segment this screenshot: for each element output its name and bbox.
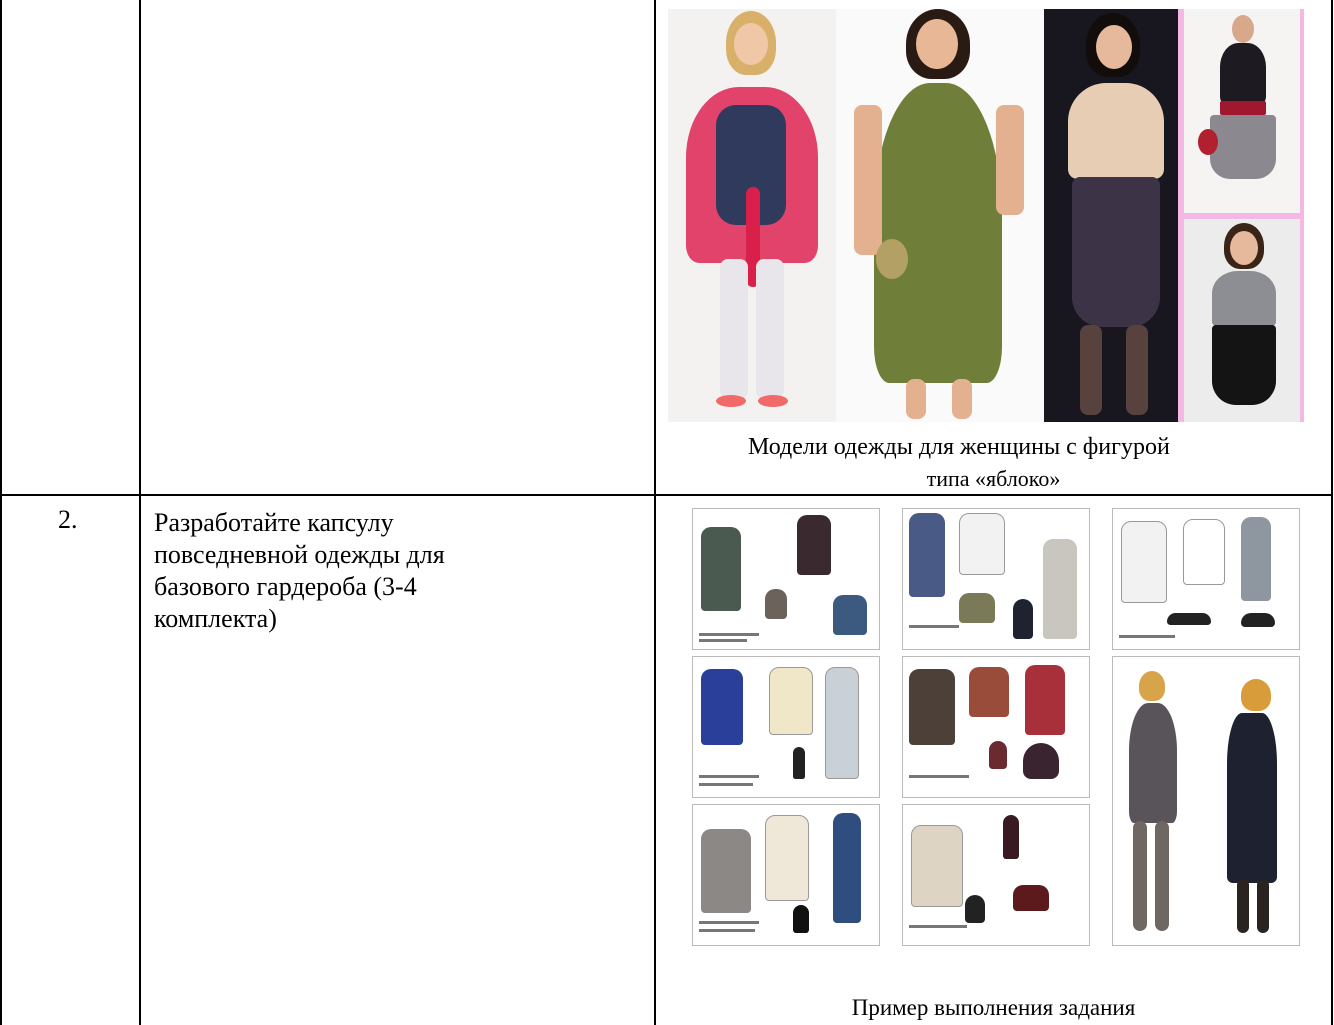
sketch-set-3: [692, 804, 880, 946]
task-text-line-2: повседневной одежды для: [154, 540, 445, 569]
row2-caption: Пример выполнения задания: [851, 995, 1136, 1020]
sketch-set-7: [1112, 508, 1300, 650]
capsule-wardrobe-sketches: [692, 508, 1302, 948]
row1-caption-line1: Модели одежды для женщины с фигурой: [748, 434, 1170, 460]
fashion-illustration: [1112, 656, 1300, 946]
sketch-set-5: [902, 656, 1090, 798]
row-number: 2.: [58, 505, 78, 534]
outfit-photo-3: [1044, 9, 1178, 422]
task-text-line-1: Разработайте капсулу: [154, 508, 394, 537]
sketch-set-4: [902, 508, 1090, 650]
apple-figure-outfits-photo: [668, 9, 1304, 422]
column-divider-2: [654, 0, 656, 1025]
table-left-border: [0, 0, 2, 1025]
sketch-set-2: [692, 656, 880, 798]
row1-caption-line2: типа «яблоко»: [926, 466, 1061, 491]
column-divider-1: [139, 0, 141, 1025]
sketch-set-1: [692, 508, 880, 650]
outfit-photo-2: [836, 9, 1044, 422]
sketch-set-6: [902, 804, 1090, 946]
outfit-photo-1: [668, 9, 836, 422]
outfit-photo-4: [1178, 9, 1304, 422]
table-right-border: [1331, 0, 1333, 1025]
task-text-line-4: комплекта): [154, 604, 277, 633]
task-text: Разработайте капсулу повседневной одежды…: [154, 507, 624, 635]
task-text-line-3: базового гардероба (3-4: [154, 572, 417, 601]
